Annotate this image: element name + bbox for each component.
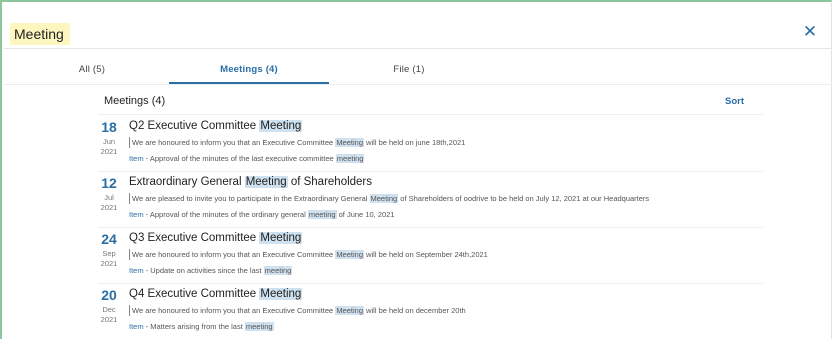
header-divider xyxy=(4,48,832,49)
section-divider xyxy=(98,114,763,115)
match-highlight: meeting xyxy=(263,266,293,275)
match-highlight: Meeting xyxy=(259,120,303,132)
date-year: 2021 xyxy=(100,315,118,324)
match-highlight: Meeting xyxy=(244,176,288,188)
meeting-title[interactable]: Q4 Executive Committee Meeting xyxy=(129,287,763,302)
meeting-item[interactable]: Item - Approval of the minutes of the or… xyxy=(129,209,763,220)
sort-button[interactable]: Sort xyxy=(725,96,744,107)
search-panel: Meeting ✕ All (5) Meetings (4) File (1) … xyxy=(0,0,832,339)
search-term[interactable]: Meeting xyxy=(10,23,70,45)
results-list: 18 Jun 2021 Q2 Executive Committee Meeti… xyxy=(98,116,763,339)
meeting-date: 20 Dec 2021 xyxy=(98,288,120,325)
date-year: 2021 xyxy=(100,147,118,156)
item-label: Item xyxy=(129,322,144,331)
date-month: Dec xyxy=(102,305,116,314)
match-highlight: Meeting xyxy=(259,288,303,300)
meeting-date: 24 Sep 2021 xyxy=(98,232,120,269)
section-header: Meetings (4) Sort xyxy=(104,92,744,110)
date-day: 18 xyxy=(101,119,117,135)
tab-meetings[interactable]: Meetings (4) xyxy=(169,54,329,84)
meeting-date: 18 Jun 2021 xyxy=(98,120,120,157)
date-day: 24 xyxy=(101,231,117,247)
match-highlight: meeting xyxy=(244,322,274,331)
meeting-content: Q3 Executive Committee Meeting We are ho… xyxy=(129,231,763,276)
date-year: 2021 xyxy=(100,259,118,268)
tab-bar: All (5) Meetings (4) File (1) xyxy=(4,54,832,84)
item-label: Item xyxy=(129,210,144,219)
match-highlight: meeting xyxy=(307,210,337,219)
meeting-content: Q4 Executive Committee Meeting We are ho… xyxy=(129,287,763,332)
close-icon[interactable]: ✕ xyxy=(802,23,818,40)
item-label: Item xyxy=(129,154,144,163)
match-highlight: Meeting xyxy=(335,138,364,147)
search-bar[interactable]: Meeting ✕ xyxy=(10,22,826,46)
meeting-result[interactable]: 24 Sep 2021 Q3 Executive Committee Meeti… xyxy=(98,228,763,284)
date-day: 12 xyxy=(101,175,117,191)
meeting-item[interactable]: Item - Approval of the minutes of the la… xyxy=(129,153,763,164)
meeting-item[interactable]: Item - Matters arising from the last mee… xyxy=(129,321,763,332)
date-month: Jul xyxy=(104,193,114,202)
meeting-item[interactable]: Item - Update on activities since the la… xyxy=(129,265,763,276)
date-year: 2021 xyxy=(100,203,118,212)
match-highlight: Meeting xyxy=(335,306,364,315)
section-title: Meetings (4) xyxy=(104,95,166,107)
item-label: Item xyxy=(129,266,144,275)
meeting-title[interactable]: Extraordinary General Meeting of Shareho… xyxy=(129,175,763,190)
meeting-content: Q2 Executive Committee Meeting We are ho… xyxy=(129,119,763,164)
tabs-divider xyxy=(4,84,832,85)
date-month: Sep xyxy=(102,249,116,258)
meeting-result[interactable]: 20 Dec 2021 Q4 Executive Committee Meeti… xyxy=(98,284,763,339)
meeting-description: We are honoured to inform you that an Ex… xyxy=(129,137,763,148)
meeting-title[interactable]: Q2 Executive Committee Meeting xyxy=(129,119,763,134)
meeting-description: We are honoured to inform you that an Ex… xyxy=(129,249,763,260)
match-highlight: Meeting xyxy=(259,232,303,244)
date-month: Jun xyxy=(102,137,116,146)
meeting-description: We are pleased to invite you to particip… xyxy=(129,193,763,204)
match-highlight: meeting xyxy=(335,154,365,163)
meeting-result[interactable]: 18 Jun 2021 Q2 Executive Committee Meeti… xyxy=(98,116,763,172)
meeting-title[interactable]: Q3 Executive Committee Meeting xyxy=(129,231,763,246)
tab-file[interactable]: File (1) xyxy=(379,54,439,84)
meeting-date: 12 Jul 2021 xyxy=(98,176,120,213)
meeting-description: We are honoured to inform you that an Ex… xyxy=(129,305,763,316)
match-highlight: Meeting xyxy=(335,250,364,259)
meeting-result[interactable]: 12 Jul 2021 Extraordinary General Meetin… xyxy=(98,172,763,228)
match-highlight: Meeting xyxy=(369,194,399,203)
meeting-content: Extraordinary General Meeting of Shareho… xyxy=(129,175,763,220)
tab-all[interactable]: All (5) xyxy=(62,54,122,84)
date-day: 20 xyxy=(101,287,117,303)
